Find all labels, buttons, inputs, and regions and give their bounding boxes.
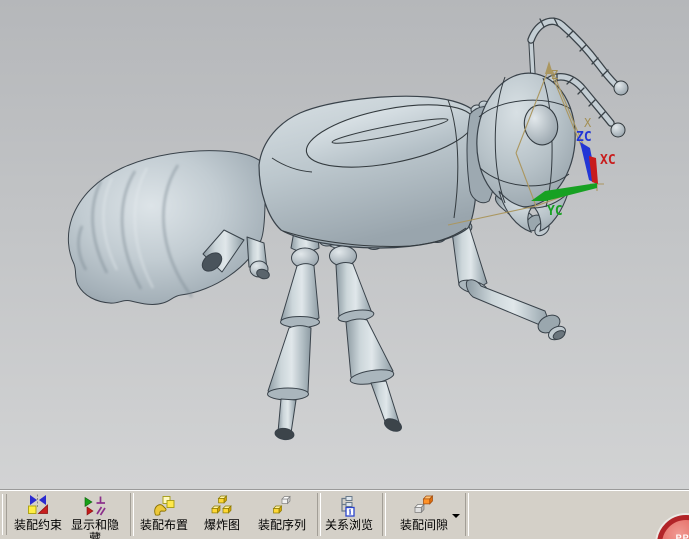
toolbar-button-label: 装配布置 <box>139 518 188 532</box>
wcs-xc-label: XC <box>600 153 616 168</box>
toolbar-button-show-hide[interactable]: 显示和隐 藏 <box>66 490 124 539</box>
wcs-zc-label: ZC <box>576 130 592 145</box>
toolbar-button-relations-browser[interactable]: i 关系浏览 <box>321 490 377 539</box>
assembly-constraints-icon <box>28 494 48 514</box>
ant-assembly-model: Z X ZC XC YC <box>67 17 629 441</box>
toolbar-button-label: 装配约束 <box>13 518 62 532</box>
svg-text:i: i <box>349 508 352 517</box>
ant-leg-middle-right <box>327 218 402 432</box>
toolbar-separator <box>465 493 469 536</box>
ant-leg-middle-left <box>267 223 320 441</box>
toolbar-button-assembly-arrangements[interactable]: 装配布置 <box>136 490 192 539</box>
datum-z-label: Z <box>551 68 558 82</box>
ant-head <box>476 72 576 233</box>
toolbar-button-label: 装配序列 <box>257 518 306 532</box>
assembly-toolbar: 装配约束 显示和隐 藏 装配布置 爆炸图 装配序列 i 关系浏览 装配间隙 <box>0 490 689 539</box>
datum-x-label: X <box>584 116 592 130</box>
toolbar-button-assembly-constraints[interactable]: 装配约束 <box>8 490 68 539</box>
toolbar-separator <box>382 493 386 536</box>
toolbar-button-assembly-sequence[interactable]: 装配序列 <box>252 490 312 539</box>
relations-browser-icon: i <box>341 496 355 517</box>
toolbar-button-assembly-clearance[interactable]: 装配间隙 <box>388 490 460 539</box>
toolbar-button-label: 显示和隐 <box>70 518 119 532</box>
dropdown-arrow-icon[interactable] <box>452 514 460 518</box>
graphics-viewport[interactable]: Z X ZC XC YC <box>0 0 689 490</box>
exploded-view-icon <box>211 495 232 514</box>
assembly-clearance-icon <box>414 495 434 514</box>
ant-leg-front-right <box>449 218 566 341</box>
toolbar-gripper[interactable] <box>2 494 7 535</box>
toolbar-button-label-line2: 藏 <box>88 531 101 539</box>
toolbar-button-label: 关系浏览 <box>324 518 373 532</box>
toolbar-button-exploded-view[interactable]: 爆炸图 <box>196 490 248 539</box>
assembly-sequence-icon <box>272 495 291 514</box>
ant-thorax <box>258 95 490 249</box>
wcs-yc-label: YC <box>547 204 563 219</box>
show-hide-icon <box>84 496 106 516</box>
toolbar-button-label: 爆炸图 <box>203 518 240 532</box>
watermark-text: PPA <box>675 533 689 539</box>
nx-assembly-window: Z X ZC XC YC 装配约束 显示和隐 藏 装配布置 爆炸图 装配序列 i… <box>0 0 689 539</box>
toolbar-separator <box>130 493 134 536</box>
ant-abdomen <box>67 150 266 305</box>
toolbar-button-label: 装配间隙 <box>399 518 448 532</box>
assembly-arrangements-icon <box>154 496 175 516</box>
